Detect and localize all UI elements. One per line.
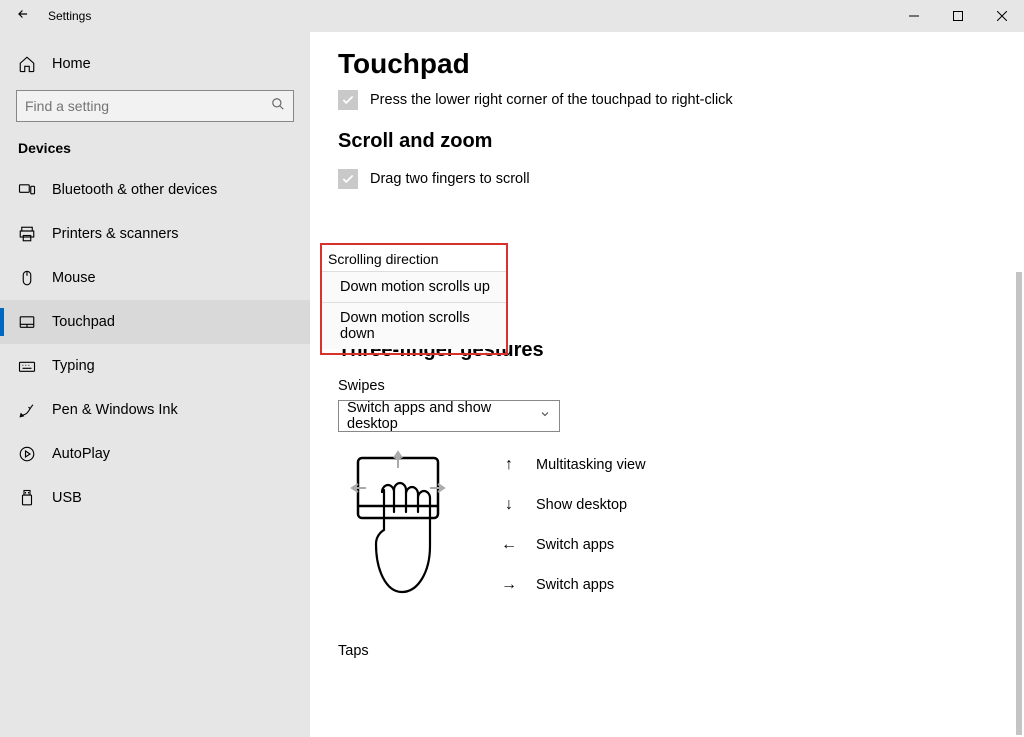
touchpad-illustration (338, 450, 458, 635)
sidebar-item-label: Touchpad (52, 314, 115, 330)
autoplay-icon (18, 445, 38, 463)
taps-label: Taps (338, 643, 1024, 659)
chevron-down-icon (539, 408, 551, 424)
scrolling-direction-option[interactable]: Down motion scrolls down (322, 302, 506, 349)
arrow-down-icon: ↓ (500, 496, 518, 514)
gesture-row-left: ← Switch apps (500, 536, 646, 554)
sidebar-item-label: Bluetooth & other devices (52, 182, 217, 198)
touchpad-icon (18, 313, 38, 331)
search-field[interactable] (25, 98, 271, 114)
search-icon (271, 97, 285, 116)
main-content: Touchpad Press the lower right corner of… (310, 32, 1024, 737)
arrow-right-icon: → (500, 576, 518, 594)
minimize-button[interactable] (892, 0, 936, 32)
close-button[interactable] (980, 0, 1024, 32)
sidebar-item-label: Mouse (52, 270, 96, 286)
gesture-row-right: → Switch apps (500, 576, 646, 594)
usb-icon (18, 489, 38, 507)
gesture-label: Multitasking view (536, 457, 646, 473)
checkbox-icon (338, 90, 358, 110)
sidebar-item-label: Printers & scanners (52, 226, 179, 242)
page-title: Touchpad (338, 48, 1024, 80)
right-click-checkbox-row[interactable]: Press the lower right corner of the touc… (338, 90, 1024, 110)
checkbox-icon (338, 169, 358, 189)
sidebar-item-touchpad[interactable]: Touchpad (0, 300, 310, 344)
sidebar: Home Devices Bluetooth & other devices P… (0, 32, 310, 737)
scrolling-direction-option[interactable]: Down motion scrolls up (322, 271, 506, 302)
gesture-row-down: ↓ Show desktop (500, 496, 646, 514)
home-icon (18, 55, 38, 73)
back-icon[interactable] (16, 7, 30, 26)
swipes-selected: Switch apps and show desktop (347, 400, 539, 432)
gesture-label: Switch apps (536, 537, 614, 553)
gesture-row-up: ↑ Multitasking view (500, 456, 646, 474)
sidebar-item-label: Typing (52, 358, 95, 374)
sidebar-item-label: AutoPlay (52, 446, 110, 462)
scrollbar[interactable] (1016, 272, 1022, 735)
arrow-up-icon: ↑ (500, 456, 518, 474)
scrolling-direction-label: Scrolling direction (322, 251, 506, 271)
sidebar-item-bluetooth[interactable]: Bluetooth & other devices (0, 168, 310, 212)
keyboard-icon (18, 357, 38, 375)
sidebar-home[interactable]: Home (0, 44, 310, 84)
scrolling-direction-dropdown[interactable]: Scrolling direction Down motion scrolls … (320, 243, 508, 355)
arrow-left-icon: ← (500, 536, 518, 554)
maximize-button[interactable] (936, 0, 980, 32)
swipes-label: Swipes (338, 378, 1024, 394)
gesture-label: Switch apps (536, 577, 614, 593)
sidebar-item-pen[interactable]: Pen & Windows Ink (0, 388, 310, 432)
drag-two-label: Drag two fingers to scroll (370, 171, 530, 187)
sidebar-category: Devices (0, 132, 310, 168)
sidebar-item-label: Pen & Windows Ink (52, 402, 178, 418)
titlebar: Settings (0, 0, 1024, 32)
devices-icon (18, 181, 38, 199)
sidebar-item-mouse[interactable]: Mouse (0, 256, 310, 300)
sidebar-home-label: Home (52, 56, 91, 72)
sidebar-item-printers[interactable]: Printers & scanners (0, 212, 310, 256)
printer-icon (18, 225, 38, 243)
drag-two-checkbox-row[interactable]: Drag two fingers to scroll (338, 169, 1024, 189)
right-click-label: Press the lower right corner of the touc… (370, 92, 733, 108)
sidebar-item-autoplay[interactable]: AutoPlay (0, 432, 310, 476)
sidebar-item-usb[interactable]: USB (0, 476, 310, 520)
gesture-label: Show desktop (536, 497, 627, 513)
scroll-zoom-heading: Scroll and zoom (338, 130, 1024, 153)
swipes-combobox[interactable]: Switch apps and show desktop (338, 400, 560, 432)
window-title: Settings (48, 9, 91, 23)
sidebar-item-typing[interactable]: Typing (0, 344, 310, 388)
search-input[interactable] (16, 90, 294, 122)
mouse-icon (18, 269, 38, 287)
pen-icon (18, 401, 38, 419)
sidebar-item-label: USB (52, 490, 82, 506)
